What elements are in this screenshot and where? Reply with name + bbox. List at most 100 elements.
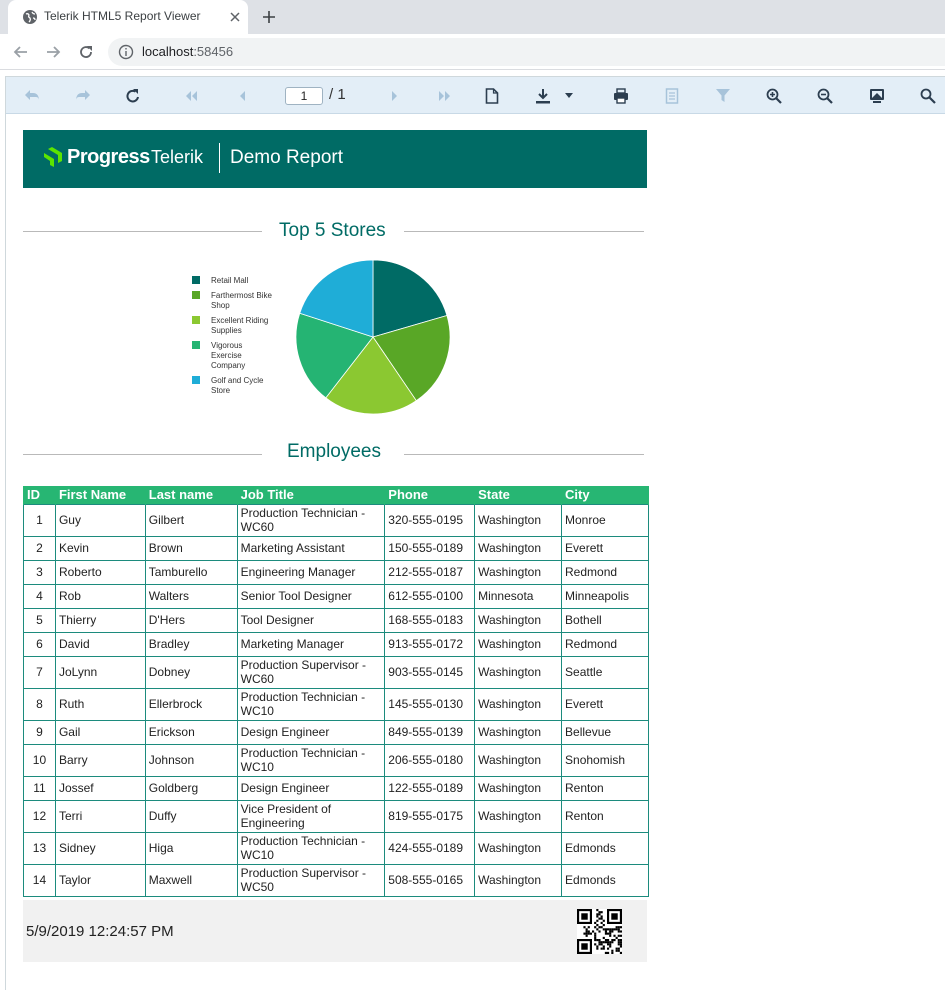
new-tab-icon[interactable] <box>258 6 280 28</box>
page-count: / 1 <box>329 86 346 103</box>
search-icon[interactable] <box>919 87 937 105</box>
print-preview-icon[interactable] <box>483 87 501 105</box>
table-cell: 6 <box>23 631 56 657</box>
table-row: 8 Ruth Ellerbrock Production Technician - W… <box>23 687 649 721</box>
table-cell: Marketing Manager <box>236 631 386 657</box>
table-cell: Brown <box>144 535 238 561</box>
section-divider <box>23 231 262 232</box>
stores-section-title: Top 5 Stores <box>279 220 386 241</box>
progress-logo-icon <box>44 147 62 167</box>
table-cell: Washington <box>474 863 563 897</box>
filter-icon[interactable] <box>714 87 732 105</box>
legend-label: Shop <box>211 301 230 310</box>
table-cell: Bellevue <box>561 719 649 745</box>
column-header: First Name <box>54 486 146 504</box>
table-cell: Jossef <box>54 775 146 801</box>
legend-swatch <box>192 276 200 284</box>
table-cell: Walters <box>144 583 238 609</box>
table-cell: 913-555-0172 <box>384 631 476 657</box>
legend-label: Farthermost Bike <box>211 291 272 300</box>
section-divider <box>404 231 644 232</box>
table-cell: Higa <box>144 831 238 865</box>
table-cell: 8 <box>23 687 56 721</box>
table-row: 5 Thierry D'Hers Tool Designer 168-555-0183 W… <box>23 607 649 633</box>
table-cell: Tamburello <box>144 559 238 585</box>
close-tab-icon[interactable] <box>226 8 244 26</box>
refresh-icon[interactable] <box>124 87 142 105</box>
table-cell: 819-555-0175 <box>384 799 476 833</box>
previous-page-icon[interactable] <box>233 87 251 105</box>
table-cell: Everett <box>561 535 649 561</box>
brand-progress: Progress <box>67 146 150 168</box>
table-cell: 508-555-0165 <box>384 863 476 897</box>
legend-item: Excellent Riding Supplies <box>192 316 292 336</box>
table-row: 13 Sidney Higa Production Technician - WC10… <box>23 831 649 865</box>
table-cell: Guy <box>54 503 146 537</box>
header-divider <box>219 143 220 173</box>
table-cell: Washington <box>474 799 563 833</box>
address-bar: localhost:58456 <box>0 34 945 70</box>
browser-tab[interactable]: Telerik HTML5 Report Viewer <box>8 0 248 34</box>
legend-swatch <box>192 341 200 349</box>
table-cell: 12 <box>23 799 56 833</box>
table-cell: Production Supervisor - WC60 <box>236 655 386 689</box>
table-cell: 320-555-0195 <box>384 503 476 537</box>
column-header: Job Title <box>236 486 386 504</box>
last-page-icon[interactable] <box>436 87 454 105</box>
next-page-icon[interactable] <box>386 87 404 105</box>
table-cell: Engineering Manager <box>236 559 386 585</box>
table-cell: Bradley <box>144 631 238 657</box>
table-cell: 3 <box>23 559 56 585</box>
table-cell: Duffy <box>144 799 238 833</box>
chevron-down-icon[interactable] <box>560 87 578 105</box>
reload-icon[interactable] <box>76 42 96 62</box>
forward-arrow-icon[interactable] <box>43 42 63 62</box>
table-row: 2 Kevin Brown Marketing Assistant 150-555-01… <box>23 535 649 561</box>
document-map-icon[interactable] <box>663 87 681 105</box>
table-cell: 5 <box>23 607 56 633</box>
table-cell: Everett <box>561 687 649 721</box>
table-cell: Washington <box>474 559 563 585</box>
info-icon[interactable] <box>118 44 134 60</box>
toggle-view-mode-icon[interactable] <box>868 87 886 105</box>
url-port: :58456 <box>193 44 234 59</box>
report-title: Demo Report <box>230 147 343 168</box>
table-cell: Washington <box>474 535 563 561</box>
table-cell: Kevin <box>54 535 146 561</box>
table-cell: Sidney <box>54 831 146 865</box>
table-cell: Taylor <box>54 863 146 897</box>
table-cell: 122-555-0189 <box>384 775 476 801</box>
legend-swatch <box>192 291 200 299</box>
page-number-input[interactable]: 1 <box>285 87 323 105</box>
table-row: 3 Roberto Tamburello Engineering Manager 212… <box>23 559 649 585</box>
table-cell: Production Technician - WC10 <box>236 687 386 721</box>
section-divider <box>404 454 644 455</box>
export-download-icon[interactable] <box>534 87 552 105</box>
table-row: 9 Gail Erickson Design Engineer 849-555-0139… <box>23 719 649 745</box>
viewer-toolbar: 1 / 1 <box>6 77 945 114</box>
table-cell: Rob <box>54 583 146 609</box>
legend-label: Supplies <box>211 326 242 335</box>
employees-section-title: Employees <box>287 441 381 462</box>
table-row: 11 Jossef Goldberg Design Engineer 122-555-0… <box>23 775 649 801</box>
print-icon[interactable] <box>612 87 630 105</box>
legend-label: Excellent Riding <box>211 316 269 325</box>
table-cell: 9 <box>23 719 56 745</box>
column-header: State <box>474 486 563 504</box>
first-page-icon[interactable] <box>182 87 200 105</box>
table-row: 6 David Bradley Marketing Manager 913-555-01… <box>23 631 649 657</box>
history-forward-icon[interactable] <box>74 87 92 105</box>
table-cell: Edmonds <box>561 831 649 865</box>
table-cell: Marketing Assistant <box>236 535 386 561</box>
table-cell: 206-555-0180 <box>384 743 476 777</box>
zoom-in-icon[interactable] <box>765 87 783 105</box>
url-field[interactable]: localhost:58456 <box>108 38 945 66</box>
table-cell: Senior Tool Designer <box>236 583 386 609</box>
table-cell: 424-555-0189 <box>384 831 476 865</box>
table-cell: Renton <box>561 775 649 801</box>
zoom-out-icon[interactable] <box>816 87 834 105</box>
table-cell: Terri <box>54 799 146 833</box>
history-back-icon[interactable] <box>23 87 41 105</box>
back-arrow-icon[interactable] <box>11 42 31 62</box>
table-cell: JoLynn <box>54 655 146 689</box>
